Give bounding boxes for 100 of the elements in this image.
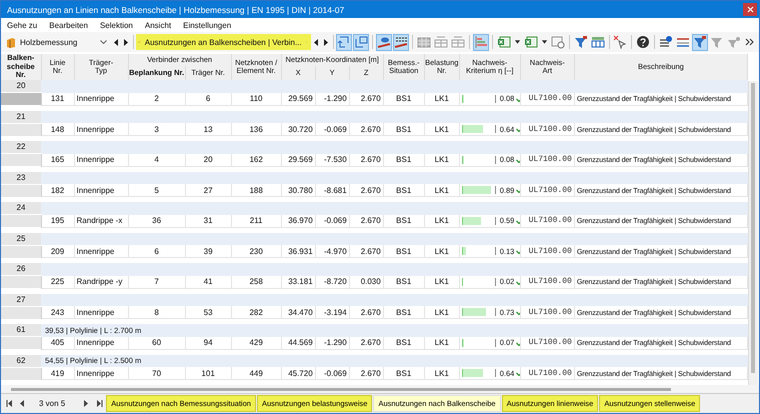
table-cell: -0.069 — [315, 367, 350, 380]
row-header[interactable]: 62 — [1, 354, 42, 367]
table-cell: UL7100.00 — [520, 306, 574, 318]
toolbar-button[interactable] — [393, 34, 410, 50]
utilization-bar — [462, 308, 496, 316]
table-cell: UL7100.00 — [520, 245, 574, 258]
module-dropdown[interactable]: Holzbemessung — [4, 34, 112, 50]
table-cell: 3 — [128, 123, 186, 136]
table-cell: BS1 — [383, 245, 424, 258]
horizontal-scrollbar[interactable] — [11, 388, 671, 390]
menu-item[interactable]: Einstellungen — [183, 20, 232, 30]
table-cell: 8 — [128, 306, 186, 318]
table-cell: 0.030 — [349, 276, 384, 288]
window-title: Ausnutzungen an Linien nach Balkenscheibe | Holzbemessung | EN 1995 | DIN | 2014-07 — [7, 4, 344, 14]
table-cell: 429 — [231, 336, 282, 349]
utilization-bar — [462, 247, 496, 255]
row-header[interactable]: 21 — [1, 110, 42, 123]
table-cell: 60 — [128, 336, 186, 349]
utilization-bar — [462, 338, 496, 346]
table-cell: 36 — [128, 214, 186, 227]
table-cell: 136 — [231, 123, 282, 136]
row-header[interactable]: 25 — [1, 232, 42, 245]
spreadsheet-export-icon — [496, 35, 511, 49]
table-cell: 2.670 — [349, 184, 384, 196]
table-cell: 2.670 — [349, 214, 384, 227]
table-cell: 31 — [185, 214, 232, 227]
menu-item[interactable]: Bearbeiten — [49, 20, 88, 30]
table-cell: Innenrippe — [74, 336, 128, 349]
table-dropdown[interactable]: Ausnutzungen an Balkenscheiben | Verbin... — [136, 34, 312, 50]
table-cell: 2.670 — [349, 154, 384, 166]
row-header[interactable]: 61 — [1, 324, 42, 336]
column-filter-icon — [590, 35, 605, 49]
cursor-cross-icon — [613, 35, 628, 49]
menu-item[interactable]: Gehe zu — [7, 20, 38, 30]
table-cell: 34.470 — [281, 306, 316, 318]
row-header[interactable]: 23 — [1, 172, 42, 184]
table-cell: 419 — [41, 367, 74, 380]
table-cell: BS1 — [383, 214, 424, 227]
table-cell: 29.569 — [281, 92, 316, 105]
table-cell: -4.970 — [315, 245, 350, 258]
beam-eye-icon — [377, 35, 392, 49]
close-button[interactable] — [743, 3, 757, 16]
table-cell: Randrippe -y — [74, 276, 128, 288]
help-icon — [636, 35, 650, 49]
table-cell: LK1 — [424, 123, 460, 136]
beam-values-icon — [394, 35, 408, 49]
table-cell: 30.720 — [281, 123, 316, 136]
menu-item[interactable]: Selektion — [100, 20, 133, 30]
table-cell: UL7100.00 — [520, 336, 574, 349]
table-cell: BS1 — [383, 336, 424, 349]
filter-icon — [710, 35, 724, 49]
menu-item[interactable]: Ansicht — [144, 20, 172, 30]
left-arrow-icon — [114, 38, 119, 46]
table-cell: LK1 — [424, 336, 460, 349]
table-cell: Innenrippe — [74, 245, 128, 258]
table-cell: 5 — [128, 184, 186, 196]
last-icon — [96, 400, 103, 407]
table-cell: 4 — [128, 154, 186, 166]
table-cell: 44.569 — [281, 336, 316, 349]
table-cell: 6 — [185, 92, 232, 105]
bar-chart-icon — [474, 35, 488, 49]
table-cell: 36.931 — [281, 245, 316, 258]
first-icon — [6, 400, 12, 407]
table-cell: LK1 — [424, 214, 460, 227]
utilization-bar — [462, 94, 496, 102]
row-header[interactable]: 22 — [1, 141, 42, 154]
table-cell: 7 — [128, 276, 186, 288]
vertical-scrollbar[interactable] — [748, 81, 758, 385]
table-cell: -1.290 — [315, 336, 350, 349]
table-cell: 230 — [231, 245, 282, 258]
left-arrow-icon — [18, 400, 26, 407]
toolbar-button[interactable] — [635, 34, 652, 50]
table-cell: BS1 — [383, 306, 424, 318]
row-header[interactable]: 26 — [1, 263, 42, 276]
table-cell: 39 — [185, 245, 232, 258]
table-cell: LK1 — [424, 154, 460, 166]
table-cell: UL7100.00 — [520, 184, 574, 196]
table-cell: UL7100.00 — [520, 154, 574, 166]
table-cell: BS1 — [383, 123, 424, 136]
table-cell: 148 — [41, 123, 74, 136]
table-cell: 211 — [231, 214, 282, 227]
utilization-bar — [462, 186, 496, 194]
table-cell: 2 — [128, 92, 186, 105]
table-cell: -3.194 — [315, 306, 350, 318]
filter-icon — [574, 35, 588, 49]
cursor-arrows-icon — [354, 35, 368, 49]
table-cell: 53 — [185, 306, 232, 318]
table-cell: 94 — [185, 336, 232, 349]
row-header[interactable]: 20 — [1, 80, 42, 92]
table-cell: LK1 — [424, 92, 460, 105]
table-cell: -8.720 — [315, 276, 350, 288]
table-cell: 282 — [231, 306, 282, 318]
row-header[interactable]: 24 — [1, 202, 42, 214]
table-cell: 449 — [231, 367, 282, 380]
table-cell: -1.290 — [315, 92, 350, 105]
table-cell: BS1 — [383, 184, 424, 196]
row-header[interactable]: 27 — [1, 294, 42, 306]
table-cell: BS1 — [383, 154, 424, 166]
table-cell: UL7100.00 — [520, 367, 574, 380]
info-lines-icon — [658, 35, 673, 49]
